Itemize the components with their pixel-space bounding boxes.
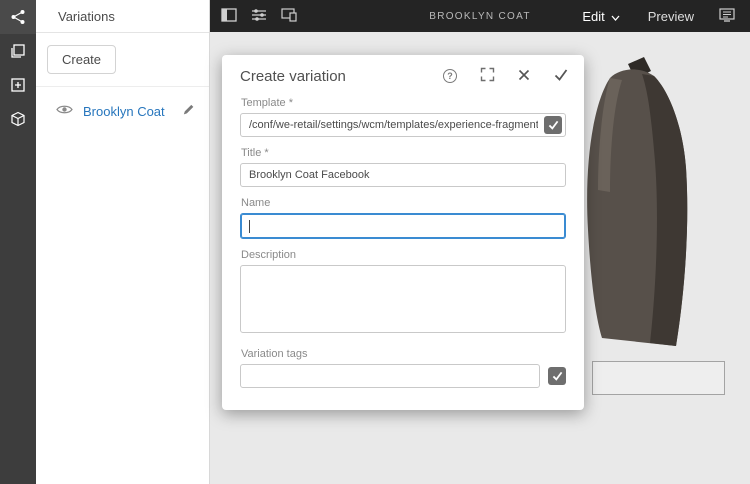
editor-topbar: BROOKLYN COAT Edit Preview [210,0,750,32]
template-field: Template * [240,97,566,137]
side-panel-toggle-button[interactable] [214,0,244,32]
name-field: Name [240,197,566,239]
fullscreen-button[interactable] [478,67,496,85]
template-input-group [240,113,566,137]
edit-variation-button[interactable] [179,102,197,120]
description-field: Description [240,249,566,338]
dialog-title: Create variation [240,68,441,85]
screens-button[interactable] [712,0,742,32]
variations-panel-title: Variations [36,0,209,33]
page-properties-button[interactable] [244,0,274,32]
text-cursor [249,220,250,233]
title-field: Title * [240,147,566,187]
left-icon-rail [0,0,36,484]
dialog-header-actions [441,67,570,85]
name-field-label: Name [241,197,566,209]
sliders-icon [251,8,267,25]
mode-selector-button[interactable]: Edit [572,9,629,24]
assets-rail-button[interactable] [0,34,36,68]
create-variation-button[interactable]: Create [47,45,116,74]
tags-input[interactable] [240,364,540,388]
title-field-label: Title * [241,147,566,159]
check-icon [548,118,559,133]
eye-icon [56,102,73,120]
variation-list-item[interactable]: Brooklyn Coat [36,95,209,127]
component-placeholder[interactable] [592,361,725,395]
add-box-icon [10,77,26,93]
emulator-button[interactable] [274,0,304,32]
variations-panel: Variations Create Brooklyn Coat [36,0,210,484]
share-icon [10,9,26,25]
fullscreen-icon [480,67,495,85]
preview-button[interactable]: Preview [638,9,704,24]
template-picker-button[interactable] [544,116,562,134]
layers-icon [10,43,26,59]
help-button[interactable] [441,67,459,85]
variation-item-label: Brooklyn Coat [83,104,169,119]
description-input[interactable] [240,265,566,333]
cancel-button[interactable] [515,67,533,85]
tags-field-label: Variation tags [241,348,566,360]
variations-rail-button[interactable] [0,0,36,34]
topbar-right-tools: Edit Preview [572,0,750,32]
topbar-left-tools [210,0,304,32]
mode-selector-label: Edit [582,9,604,24]
tags-field: Variation tags [240,348,566,388]
template-input[interactable] [249,119,538,131]
page-title: BROOKLYN COAT [429,11,531,22]
screens-icon [719,8,735,25]
components-rail-button[interactable] [0,102,36,136]
close-icon [518,69,530,84]
chevron-down-icon [611,9,620,24]
dialog-header: Create variation [240,55,566,97]
create-variation-dialog: Create variation Template * [222,55,584,410]
check-icon [552,369,563,384]
add-component-rail-button[interactable] [0,68,36,102]
tags-picker-button[interactable] [548,367,566,385]
create-row: Create [36,33,209,87]
side-panel-icon [221,8,237,25]
confirm-button[interactable] [552,67,570,85]
pencil-icon [182,103,195,119]
tags-input-row [240,364,566,388]
checkmark-icon [554,69,568,84]
help-icon [443,69,457,83]
description-field-label: Description [241,249,566,261]
cube-icon [10,111,26,127]
title-input[interactable] [240,163,566,187]
template-field-label: Template * [241,97,566,109]
devices-icon [281,8,297,25]
name-input[interactable] [240,213,566,239]
